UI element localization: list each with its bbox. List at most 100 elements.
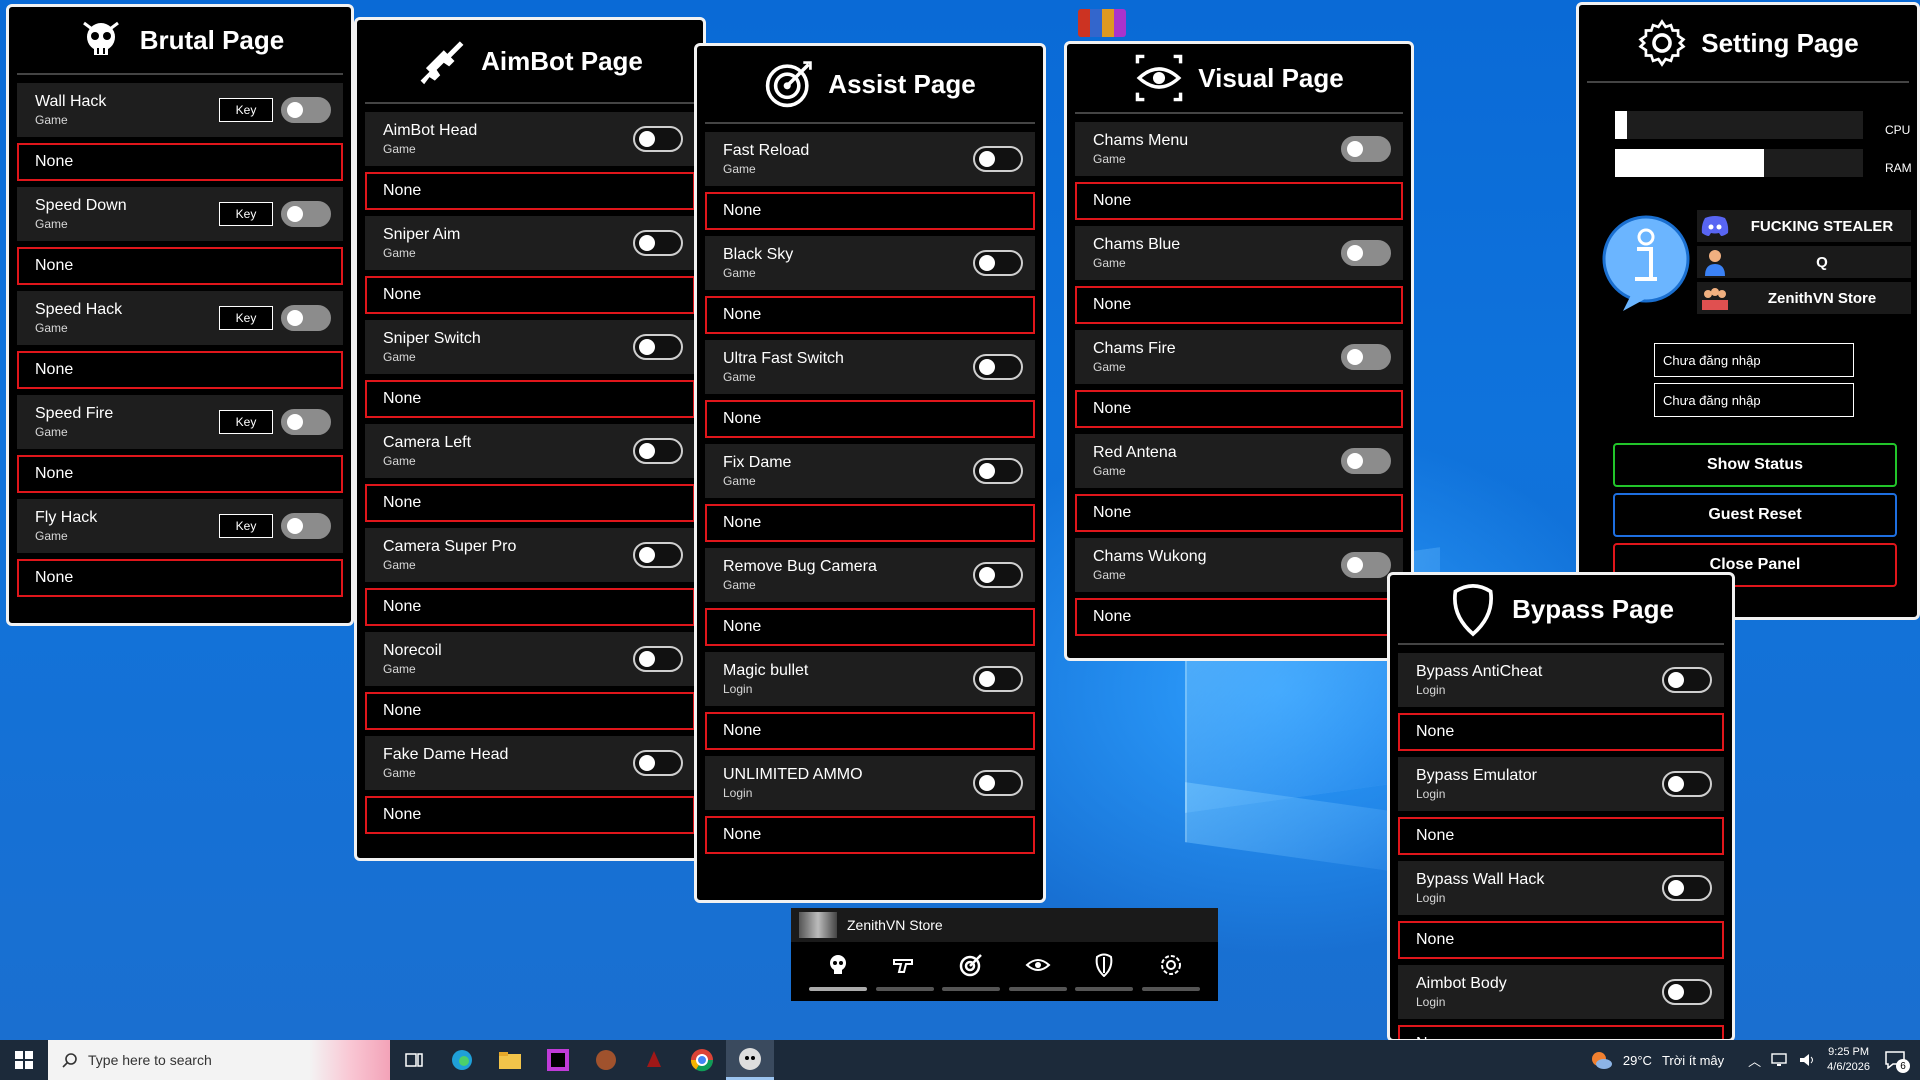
winrar-desktop-icon[interactable] [1078,9,1126,37]
jetbrains-icon[interactable] [534,1040,582,1080]
feature-toggle[interactable] [633,334,683,360]
keybind-display[interactable]: None [705,608,1035,646]
keybind-display[interactable]: None [1398,921,1724,959]
windows-start-button[interactable] [0,1040,48,1080]
show-status-button[interactable]: Show Status [1613,443,1897,487]
keybind-display[interactable]: None [1398,713,1724,751]
feature-controls [973,250,1023,276]
keybind-display[interactable]: None [705,296,1035,334]
keybind-display[interactable]: None [705,712,1035,750]
gear-icon [1159,953,1183,982]
keybind-display[interactable]: None [365,692,695,730]
feature-toggle[interactable] [973,250,1023,276]
keybind-display[interactable]: None [365,588,695,626]
weather-text[interactable]: Trời ít mây [1662,1053,1724,1068]
nav-indicator [1008,987,1067,991]
notification-center-button[interactable]: 6 [1880,1045,1910,1075]
weather-temp[interactable]: 29°C [1623,1053,1652,1068]
toggle-knob [1347,453,1363,469]
feature-toggle[interactable] [1662,979,1712,1005]
keybind-display[interactable]: None [1075,598,1403,636]
feature-toggle[interactable] [973,562,1023,588]
feature-toggle[interactable] [633,646,683,672]
feature-toggle[interactable] [1341,240,1391,266]
app-avatar-icon[interactable] [582,1040,630,1080]
feature-toggle[interactable] [633,230,683,256]
keybind-display[interactable]: None [17,351,343,389]
keybind-display[interactable]: None [1075,286,1403,324]
feature-toggle[interactable] [281,409,331,435]
keybind-display[interactable]: None [705,400,1035,438]
chevron-up-icon[interactable]: ︿ [1748,1051,1761,1070]
keybind-display[interactable]: None [705,504,1035,542]
nav-item-target[interactable] [942,945,1001,991]
feature-toggle[interactable] [973,354,1023,380]
gear-icon [1637,18,1687,68]
file-explorer-icon[interactable] [486,1040,534,1080]
feature-controls [1341,448,1391,474]
feature-toggle[interactable] [973,458,1023,484]
keybind-display[interactable]: None [705,192,1035,230]
feature-subtitle: Game [723,266,756,280]
nav-item-shield[interactable] [1075,945,1134,991]
keybind-display[interactable]: None [705,816,1035,854]
keybind-display[interactable]: None [365,484,695,522]
network-icon[interactable] [1771,1053,1789,1067]
key-bind-button[interactable]: Key [219,306,273,330]
feature-toggle[interactable] [281,513,331,539]
feature-toggle[interactable] [973,146,1023,172]
feature-toggle[interactable] [633,438,683,464]
feature-toggle[interactable] [1341,136,1391,162]
nav-item-hand-gun[interactable] [875,945,934,991]
feature-subtitle: Game [1093,568,1126,582]
keybind-display[interactable]: None [17,143,343,181]
keybind-display[interactable]: None [17,247,343,285]
taskbar-clock[interactable]: 9:25 PM 4/6/2026 [1827,1045,1870,1075]
key-bind-button[interactable]: Key [219,410,273,434]
app-active-icon[interactable] [726,1040,774,1080]
nav-items [791,942,1218,992]
windows-icon [15,1051,33,1069]
feature-toggle[interactable] [633,126,683,152]
nav-item-skull[interactable] [809,945,868,991]
edge-icon[interactable] [438,1040,486,1080]
feature-toggle[interactable] [281,201,331,227]
feature-toggle[interactable] [281,97,331,123]
keybind-display[interactable]: None [365,796,695,834]
app-red-icon[interactable] [630,1040,678,1080]
keybind-display[interactable]: None [1398,817,1724,855]
feature-toggle[interactable] [1341,448,1391,474]
keybind-display[interactable]: None [17,559,343,597]
task-view-icon[interactable] [390,1040,438,1080]
feature-toggle[interactable] [633,542,683,568]
feature-toggle[interactable] [1341,344,1391,370]
keybind-display[interactable]: None [1075,182,1403,220]
toggle-knob [1347,557,1363,573]
guest-reset-button[interactable]: Guest Reset [1613,493,1897,537]
feature-toggle[interactable] [973,666,1023,692]
feature-toggle[interactable] [1341,552,1391,578]
taskbar-search-box[interactable]: Type here to search [48,1040,390,1080]
chrome-icon[interactable] [678,1040,726,1080]
keybind-display[interactable]: None [17,455,343,493]
feature-toggle[interactable] [633,750,683,776]
login-field-1[interactable]: Chưa đăng nhập [1654,343,1854,377]
nav-item-gear[interactable] [1141,945,1200,991]
feature-toggle[interactable] [281,305,331,331]
volume-icon[interactable] [1799,1053,1817,1067]
feature-toggle[interactable] [1662,667,1712,693]
key-bind-button[interactable]: Key [219,98,273,122]
keybind-display[interactable]: None [365,380,695,418]
keybind-display[interactable]: None [1075,494,1403,532]
feature-toggle[interactable] [1662,771,1712,797]
keybind-display[interactable]: None [365,172,695,210]
key-bind-button[interactable]: Key [219,202,273,226]
feature-toggle[interactable] [973,770,1023,796]
feature-toggle[interactable] [1662,875,1712,901]
login-field-2[interactable]: Chưa đăng nhập [1654,383,1854,417]
nav-item-eye[interactable] [1008,945,1067,991]
taskbar: Type here to search 29°C Trời ít mây ︿ 9… [0,1040,1920,1080]
key-bind-button[interactable]: Key [219,514,273,538]
keybind-display[interactable]: None [1075,390,1403,428]
keybind-display[interactable]: None [365,276,695,314]
